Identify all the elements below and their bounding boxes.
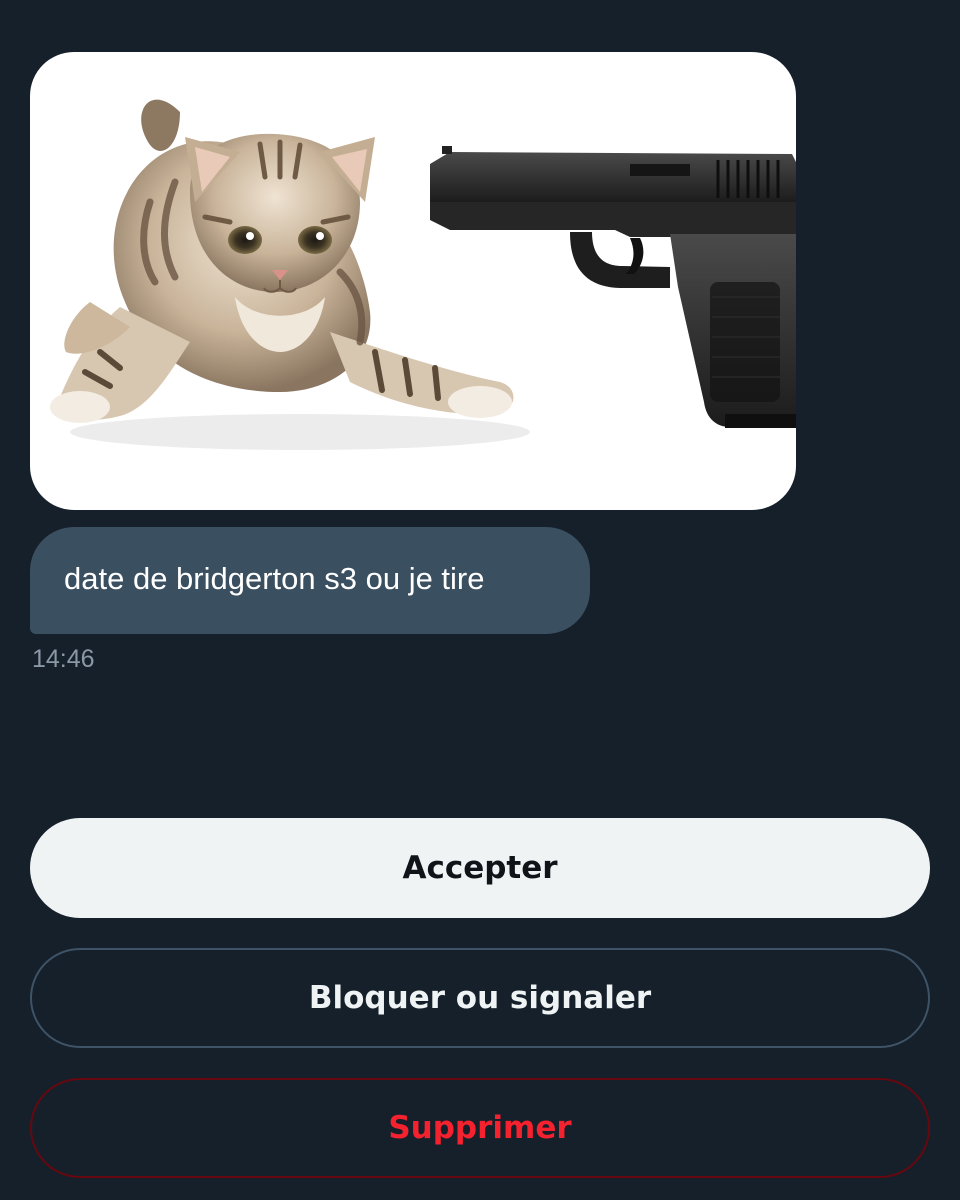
delete-button[interactable]: Supprimer xyxy=(30,1078,930,1178)
message-image[interactable] xyxy=(30,52,796,510)
block-or-report-button-label: Bloquer ou signaler xyxy=(308,980,652,1016)
message-text: date de bridgerton s3 ou je tire xyxy=(64,561,485,596)
accept-button-label: Accepter xyxy=(402,850,558,886)
message-timestamp: 14:46 xyxy=(32,645,95,673)
delete-button-label: Supprimer xyxy=(388,1110,572,1146)
accept-button[interactable]: Accepter xyxy=(30,818,930,918)
message-bubble[interactable]: date de bridgerton s3 ou je tire xyxy=(30,527,590,634)
block-or-report-button[interactable]: Bloquer ou signaler xyxy=(30,948,930,1048)
